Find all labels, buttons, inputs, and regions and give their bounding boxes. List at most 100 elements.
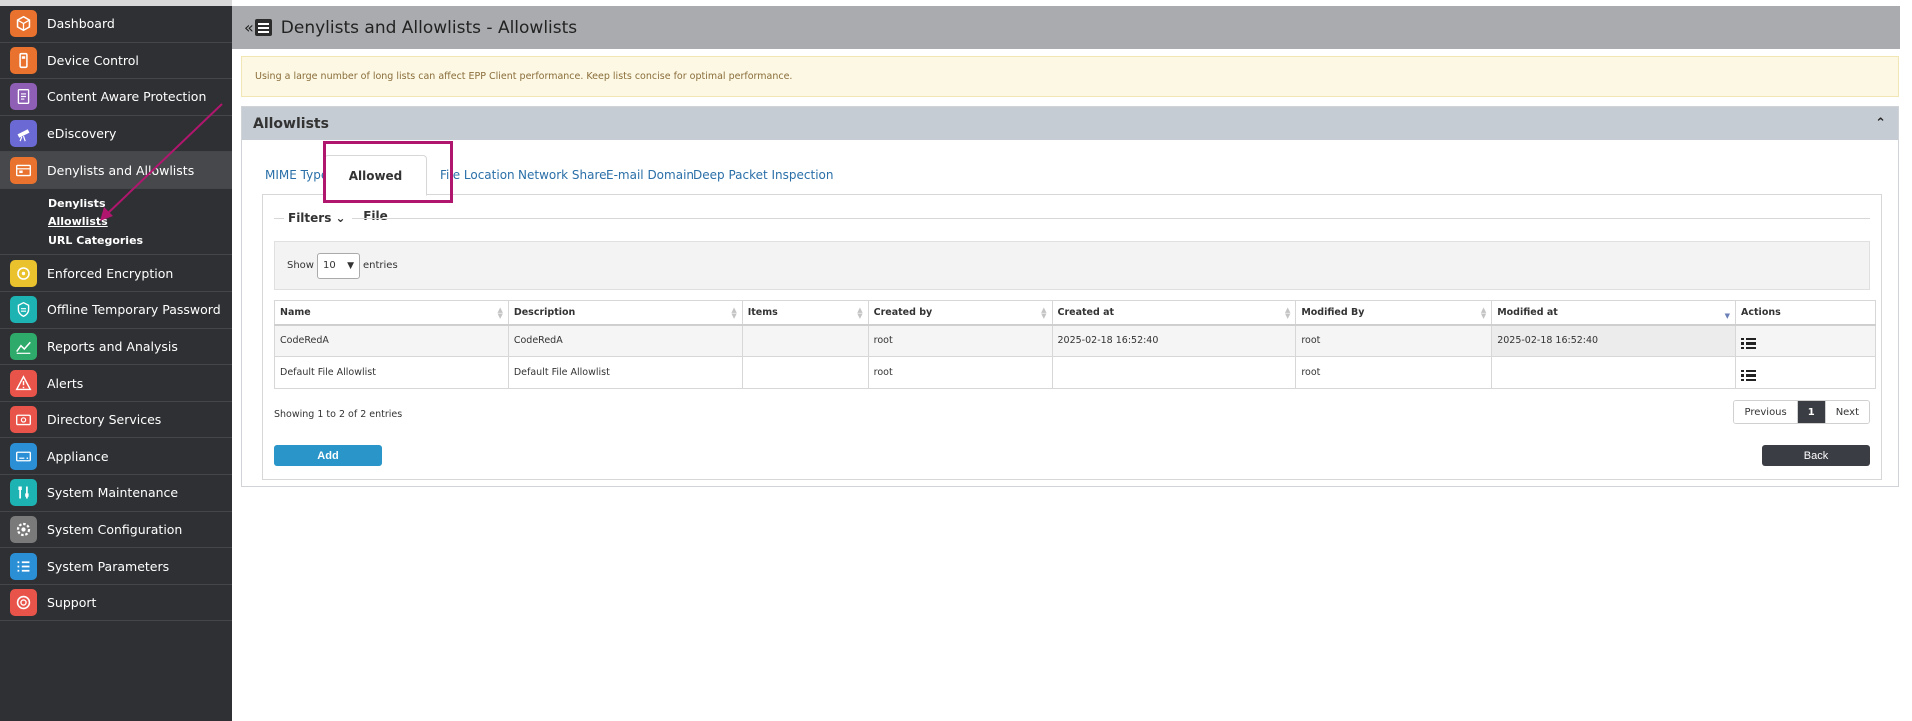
filters-section: Filters ⌄	[274, 207, 1870, 229]
tab-allowed-file[interactable]: Allowed File	[324, 155, 427, 223]
cell-name: Default File Allowlist	[274, 356, 509, 389]
sort-icon: ▲ ▼	[731, 306, 737, 320]
nav-label: Directory Services	[47, 412, 162, 428]
page-1-button[interactable]: 1	[1796, 401, 1825, 423]
next-page-button[interactable]: Next	[1824, 401, 1869, 423]
column-header-description[interactable]: Description ▲ ▼	[507, 300, 743, 326]
nav-label: Content Aware Protection	[47, 89, 207, 105]
nav-directory-services[interactable]: Directory Services	[0, 402, 232, 439]
nav-support[interactable]: Support	[0, 585, 232, 622]
nav-label: Offline Temporary Password	[47, 302, 221, 318]
alert-icon	[10, 369, 37, 397]
tab-file-location[interactable]: File Location	[440, 155, 515, 195]
nav-system-parameters[interactable]: System Parameters	[0, 548, 232, 585]
filters-toggle[interactable]: Filters ⌄	[288, 211, 352, 225]
chevron-down-icon: ▼	[347, 260, 354, 271]
nav-label: System Configuration	[47, 521, 183, 537]
nav-alerts[interactable]: Alerts	[0, 365, 232, 402]
column-header-name[interactable]: Name ▲ ▼	[274, 300, 509, 326]
nav-appliance[interactable]: Appliance	[0, 438, 232, 476]
tab-deep-packet-inspection[interactable]: Deep Packet Inspection	[693, 155, 834, 195]
sort-desc-icon: ▲ ▼	[1724, 306, 1731, 320]
panel-header: Allowlists ⌃	[242, 107, 1898, 140]
nav-system-maintenance[interactable]: System Maintenance	[0, 475, 232, 512]
allowlist-table: Name ▲ ▼ Description ▲ ▼ Items ▲ ▼ Created by ▲…	[274, 300, 1876, 389]
tab-bar: MIME Type Allowed File File Location Net…	[262, 155, 1882, 223]
entries-per-page-select[interactable]: 10 ▼	[316, 252, 360, 279]
cell-items	[741, 356, 869, 389]
actions-list-icon[interactable]	[1741, 369, 1757, 381]
nav-device-control[interactable]: Device Control	[0, 43, 232, 80]
cell-modified-by: root	[1295, 324, 1493, 357]
appliance-icon	[10, 442, 37, 470]
cell-actions	[1735, 324, 1876, 357]
submenu-denylists[interactable]: Denylists	[48, 195, 232, 214]
pagination: Previous 1 Next	[1733, 400, 1870, 424]
nav-system-configuration[interactable]: System Configuration	[0, 512, 232, 549]
nav-label: Alerts	[47, 375, 84, 391]
cell-created-at: 2025-02-18 16:52:40	[1051, 324, 1297, 357]
nav-label: System Maintenance	[47, 485, 179, 501]
parameters-icon	[10, 552, 37, 580]
nav-content-aware-protection[interactable]: Content Aware Protection	[0, 79, 232, 116]
column-header-created-by[interactable]: Created by ▲ ▼	[867, 300, 1053, 326]
cell-description: CodeRedA	[507, 324, 743, 357]
support-icon	[10, 589, 37, 617]
page-header: « Denylists and Allowlists - Allowlists	[232, 6, 1900, 49]
menu-icon[interactable]	[254, 19, 272, 36]
nav-label: System Parameters	[47, 558, 170, 574]
show-label: Show	[287, 260, 314, 271]
column-header-created-at[interactable]: Created at ▲ ▼	[1051, 300, 1297, 326]
nav-reports-analysis[interactable]: Reports and Analysis	[0, 329, 232, 366]
table-row[interactable]: CodeRedA CodeRedA root 2025-02-18 16:52:…	[274, 324, 1876, 357]
chevron-down-icon: ⌄	[335, 211, 346, 225]
directory-icon	[10, 406, 37, 434]
column-header-modified-at[interactable]: Modified at ▲ ▼	[1491, 300, 1737, 326]
chevron-up-icon[interactable]: ⌃	[1875, 116, 1886, 131]
submenu-url-categories[interactable]: URL Categories	[48, 232, 232, 251]
add-button[interactable]: Add	[274, 445, 382, 466]
tab-network-share[interactable]: Network Share	[518, 155, 607, 195]
sidebar: Dashboard Device Control Content Aware P…	[0, 0, 232, 721]
previous-page-button[interactable]: Previous	[1734, 401, 1797, 423]
actions-list-icon[interactable]	[1741, 337, 1757, 350]
column-header-items[interactable]: Items ▲ ▼	[741, 300, 869, 326]
cell-modified-at: 2025-02-18 16:52:40	[1491, 324, 1737, 357]
nav-denylists-allowlists[interactable]: Denylists and Allowlists	[0, 152, 232, 189]
column-header-modified-by[interactable]: Modified By ▲ ▼	[1295, 300, 1493, 326]
table-row[interactable]: Default File Allowlist Default File Allo…	[274, 356, 1876, 389]
nav-offline-temporary-password[interactable]: Offline Temporary Password	[0, 292, 232, 329]
denylists-submenu: Denylists Allowlists URL Categories	[0, 188, 232, 256]
gear-icon	[10, 515, 37, 543]
telescope-icon	[10, 120, 37, 148]
nav-dashboard[interactable]: Dashboard	[0, 6, 232, 43]
cell-modified-at	[1491, 356, 1737, 389]
collapse-sidebar-button[interactable]: «	[244, 18, 254, 37]
main-content: « Denylists and Allowlists - Allowlists …	[232, 0, 1912, 721]
cell-created-at	[1051, 356, 1297, 389]
back-button[interactable]: Back	[1762, 445, 1870, 466]
allowlist-content: Filters ⌄ Show 10 ▼ entries Name ▲ ▼ Des…	[262, 195, 1882, 480]
submenu-allowlists[interactable]: Allowlists	[48, 213, 232, 232]
table-header: Name ▲ ▼ Description ▲ ▼ Items ▲ ▼ Created by ▲…	[274, 300, 1876, 326]
cell-created-by: root	[867, 356, 1053, 389]
table-info: Showing 1 to 2 of 2 entries	[274, 409, 403, 420]
nav-label: Support	[47, 595, 97, 611]
column-header-actions: Actions	[1735, 300, 1876, 326]
nav-label: eDiscovery	[47, 126, 117, 142]
performance-warning: Using a large number of long lists can a…	[241, 56, 1899, 97]
nav-ediscovery[interactable]: eDiscovery	[0, 116, 232, 153]
panel-title: Allowlists	[253, 115, 329, 132]
allowlists-panel: Allowlists ⌃ MIME Type Allowed File File…	[241, 106, 1899, 487]
cell-modified-by: root	[1295, 356, 1493, 389]
sort-icon: ▲ ▼	[497, 306, 503, 320]
tab-email-domain[interactable]: E-mail Domain	[606, 155, 694, 195]
nav-enforced-encryption[interactable]: Enforced Encryption	[0, 255, 232, 293]
sort-icon: ▲ ▼	[1480, 306, 1487, 320]
reports-icon	[10, 332, 37, 360]
page-title: Denylists and Allowlists - Allowlists	[280, 17, 578, 38]
cell-name: CodeRedA	[274, 324, 509, 357]
lists-icon	[10, 156, 37, 184]
entries-label: entries	[362, 260, 398, 271]
tab-mime-type[interactable]: MIME Type	[265, 155, 328, 195]
